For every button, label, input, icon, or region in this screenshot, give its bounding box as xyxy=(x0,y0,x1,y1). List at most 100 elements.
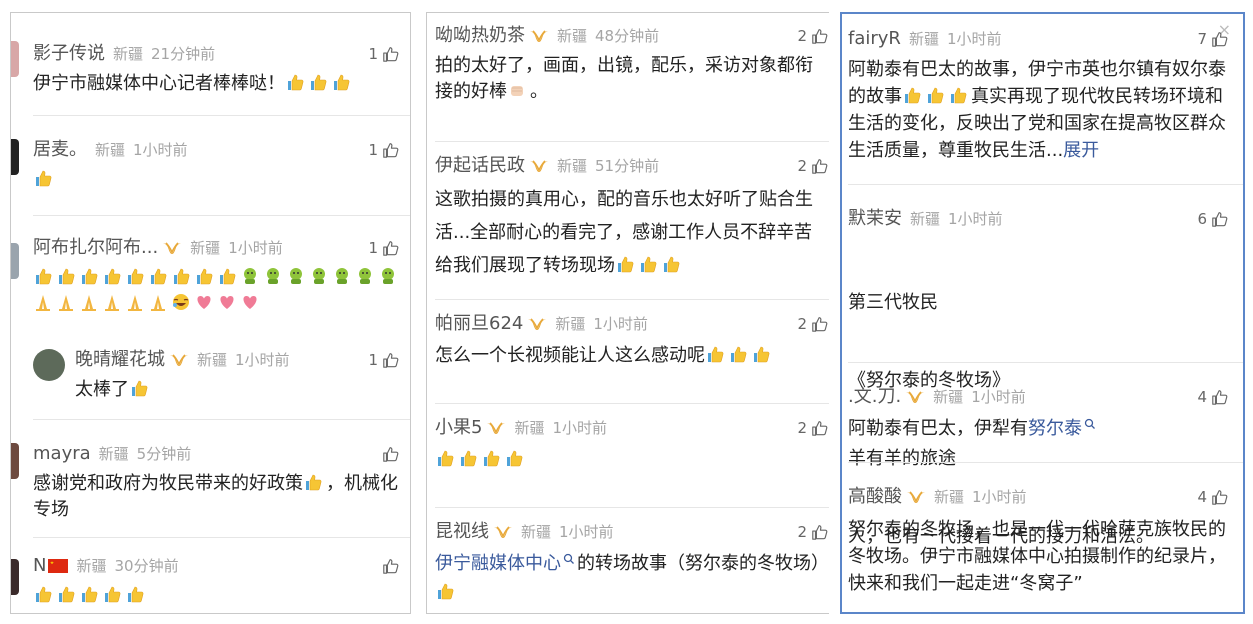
comment-item[interactable]: 影子传说 新疆 21分钟前 1 伊宁市融媒体中心记者棒棒哒！ xyxy=(11,13,410,113)
comment-username[interactable]: 影子传说 xyxy=(33,43,105,65)
heart-emoji-icon xyxy=(217,292,237,312)
like-button[interactable]: 2 xyxy=(797,313,829,335)
thumbs-up-emoji-icon xyxy=(458,448,478,468)
search-icon[interactable] xyxy=(563,553,575,565)
divider xyxy=(435,507,829,508)
comment-username[interactable]: 阿布扎尔阿布... xyxy=(33,237,158,259)
like-count: 2 xyxy=(797,419,807,437)
like-button[interactable] xyxy=(378,443,400,465)
comment-location: 新疆 xyxy=(95,141,126,159)
like-button[interactable]: 2 xyxy=(797,417,829,439)
comment-item[interactable]: 高酸酸 新疆 1小时前 4 努尔泰的冬牧场，也是一代一代哈萨克族牧民的冬牧场。伊… xyxy=(842,464,1243,612)
face-emoji-icon xyxy=(286,266,306,286)
like-button[interactable]: 6 xyxy=(1197,208,1229,230)
comment-username[interactable]: 伊起话民政 xyxy=(435,155,525,177)
comment-time: 51分钟前 xyxy=(595,157,660,175)
comment-username[interactable]: 默茉安 xyxy=(848,208,902,230)
comment-item[interactable]: 默茉安 新疆 1小时前 6 第三代牧民 《努尔泰的冬牧场》 羊有羊的旅途 人，也… xyxy=(842,186,1243,547)
comment-item[interactable]: 居麦。 新疆 1小时前 1 xyxy=(11,117,410,213)
pray-emoji-icon xyxy=(33,292,53,312)
like-button[interactable]: 4 xyxy=(1197,386,1229,408)
thumb-up-icon xyxy=(382,445,400,463)
comment-time: 1小时前 xyxy=(552,419,608,437)
like-button[interactable]: 1 xyxy=(368,349,400,371)
comment-item[interactable]: 昆视线 新疆 1小时前 2 伊宁融媒体中心 的转场故事（努尔泰的冬牧场） xyxy=(427,509,829,614)
face-emoji-icon xyxy=(355,266,375,286)
comment-text: 拍的太好了，画面，出镜，配乐，采访对象都衔接的好棒。 xyxy=(435,53,829,105)
pray-emoji-icon xyxy=(102,292,122,312)
comment-item[interactable]: N 新疆 30分钟前 xyxy=(11,539,410,614)
divider xyxy=(848,462,1243,463)
comment-username[interactable]: .文.刀. xyxy=(848,386,901,408)
comment-username[interactable]: mayra xyxy=(33,443,91,465)
thumbs-up-emoji-icon xyxy=(661,254,681,274)
comment-username[interactable]: 呦呦热奶茶 xyxy=(435,25,525,47)
verified-badge-icon xyxy=(527,317,547,331)
comment-username[interactable]: 小果5 xyxy=(435,417,482,439)
like-button[interactable]: 2 xyxy=(797,25,829,47)
thumbs-up-emoji-icon xyxy=(217,266,237,286)
avatar[interactable] xyxy=(11,243,19,279)
divider xyxy=(33,537,410,538)
comment-location: 新疆 xyxy=(555,315,586,333)
like-button[interactable]: 2 xyxy=(797,155,829,177)
comment-item[interactable]: 小果5 新疆 1小时前 2 xyxy=(427,405,829,505)
comment-time: 30分钟前 xyxy=(114,557,179,575)
avatar[interactable] xyxy=(33,349,65,381)
thumbs-up-emoji-icon xyxy=(504,448,524,468)
thumbs-up-emoji-icon xyxy=(171,266,191,286)
like-button[interactable]: 1 xyxy=(368,139,400,161)
comment-text: 这歌拍摄的真用心，配的音乐也太好听了贴合生活...全部耐心的看完了，感谢工作人员… xyxy=(435,183,829,282)
avatar[interactable] xyxy=(11,41,19,77)
comment-item[interactable]: 伊起话民政 新疆 51分钟前 2 这歌拍摄的真用心，配的音乐也太好听了贴合生活.… xyxy=(427,143,829,293)
like-button[interactable]: 7 xyxy=(1197,28,1229,50)
face-emoji-icon xyxy=(309,266,329,286)
like-button[interactable]: 1 xyxy=(368,237,400,259)
mention-link[interactable]: 伊宁融媒体中心 xyxy=(435,553,561,574)
comment-item[interactable]: 帕丽旦624 新疆 1小时前 2 怎么一个长视频能让人这么感动呢 xyxy=(427,301,829,401)
thumb-up-icon xyxy=(811,419,829,437)
comment-item[interactable]: 阿布扎尔阿布... 新疆 1小时前 1 晚晴耀花城 新疆 1小时前 1 太棒了 xyxy=(11,217,410,417)
thumb-up-icon xyxy=(1211,210,1229,228)
comment-item[interactable]: .文.刀. 新疆 1小时前 4 阿勒泰有巴太，伊犁有努尔泰 xyxy=(842,364,1243,464)
thumbs-up-emoji-icon xyxy=(33,266,53,286)
comment-item[interactable]: mayra 新疆 5分钟前 感谢党和政府为牧民带来的好政策 ，机械化专场 xyxy=(11,421,410,541)
comment-location: 新疆 xyxy=(76,557,107,575)
thumbs-up-emoji-icon xyxy=(148,266,168,286)
face-emoji-icon xyxy=(240,266,260,286)
reply-text: 太棒了 xyxy=(75,377,152,403)
comment-item[interactable]: fairyR 新疆 1小时前 7 阿勒泰有巴太的故事，伊宁市英也尔镇有奴尔泰的故… xyxy=(842,14,1243,184)
comment-username[interactable]: fairyR xyxy=(848,28,901,50)
search-icon[interactable] xyxy=(1084,418,1096,430)
verified-badge-icon xyxy=(162,241,182,255)
pray-emoji-icon xyxy=(148,292,168,312)
mention-link[interactable]: 努尔泰 xyxy=(1028,418,1082,439)
expand-link[interactable]: 展开 xyxy=(1063,140,1099,161)
reply-username[interactable]: 晚晴耀花城 xyxy=(75,349,165,371)
comment-username[interactable]: 居麦。 xyxy=(33,139,87,161)
comment-username[interactable]: 昆视线 xyxy=(435,521,489,543)
heart-emoji-icon xyxy=(240,292,260,312)
thumb-up-icon xyxy=(1211,488,1229,506)
comment-location: 新疆 xyxy=(934,488,965,506)
verified-badge-icon xyxy=(529,159,549,173)
avatar[interactable] xyxy=(11,559,19,595)
comment-username[interactable]: N xyxy=(33,555,46,577)
comment-text-body: 的转场故事（努尔泰的冬牧场） xyxy=(577,553,829,574)
comment-text xyxy=(435,447,527,473)
comment-text: 感谢党和政府为牧民带来的好政策 ，机械化专场 xyxy=(33,471,405,523)
thumbs-up-emoji-icon xyxy=(285,72,305,92)
comment-username[interactable]: 高酸酸 xyxy=(848,486,902,508)
thumbs-up-emoji-icon xyxy=(638,254,658,274)
like-button[interactable]: 4 xyxy=(1197,486,1229,508)
comment-username[interactable]: 帕丽旦624 xyxy=(435,313,523,335)
laugh-emoji-icon xyxy=(171,292,191,312)
like-button[interactable] xyxy=(378,555,400,577)
thumbs-up-emoji-icon xyxy=(435,448,455,468)
avatar[interactable] xyxy=(11,139,19,175)
thumbs-up-emoji-icon xyxy=(125,266,145,286)
comment-item[interactable]: 呦呦热奶茶 新疆 48分钟前 2 拍的太好了，画面，出镜，配乐，采访对象都衔接的… xyxy=(427,13,829,125)
like-button[interactable]: 2 xyxy=(797,521,829,543)
avatar[interactable] xyxy=(11,443,19,479)
like-button[interactable]: 1 xyxy=(368,43,400,65)
